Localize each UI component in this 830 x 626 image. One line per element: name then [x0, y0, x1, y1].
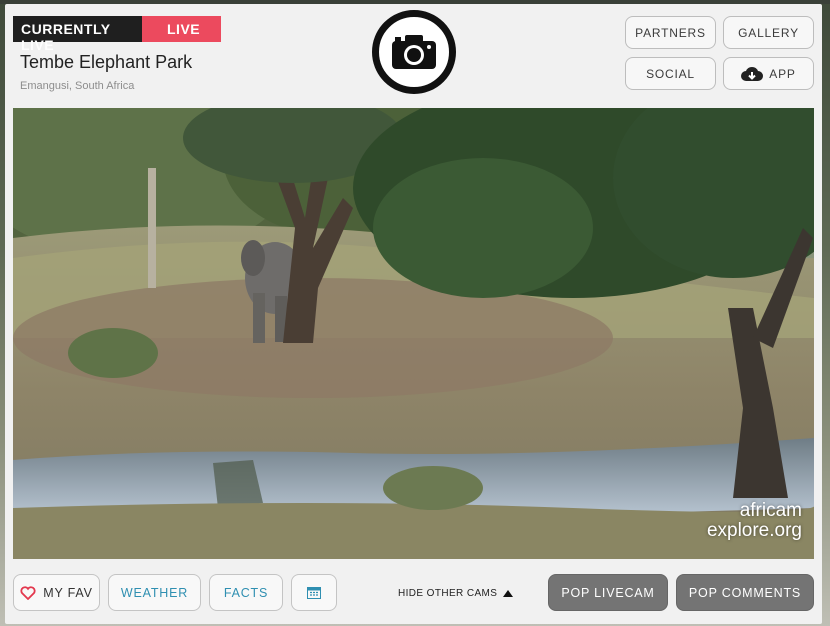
pop-comments-label: POP COMMENTS	[688, 585, 802, 600]
gallery-button[interactable]: GALLERY	[723, 16, 814, 49]
hide-other-cams-label: HIDE OTHER CAMS	[398, 588, 498, 599]
my-fav-button[interactable]: MY FAV	[13, 574, 100, 611]
cam-panel: CURRENTLY LIVE LIVE Tembe Elephant Park …	[5, 4, 822, 624]
partners-button[interactable]: PARTNERS	[625, 16, 716, 49]
watermark-site: explore.org	[706, 520, 802, 541]
cam-title: Tembe Elephant Park	[20, 52, 193, 72]
my-fav-label: MY FAV	[43, 585, 93, 600]
weather-button[interactable]: WEATHER	[108, 574, 201, 611]
schedule-button[interactable]	[291, 574, 337, 611]
live-label: LIVE	[142, 16, 221, 42]
pop-comments-button[interactable]: POP COMMENTS	[676, 574, 814, 611]
hide-other-cams-toggle[interactable]: HIDE OTHER CAMS	[398, 588, 514, 599]
heart-icon	[20, 585, 36, 600]
social-button[interactable]: SOCIAL	[625, 57, 716, 90]
partners-label: PARTNERS	[635, 25, 706, 40]
app-button[interactable]: APP	[723, 57, 814, 90]
pop-livecam-label: POP LIVECAM	[561, 585, 655, 600]
weather-label: WEATHER	[120, 585, 189, 600]
pop-livecam-button[interactable]: POP LIVECAM	[548, 574, 668, 611]
app-label: APP	[769, 66, 796, 81]
social-label: SOCIAL	[646, 66, 695, 81]
camera-icon	[392, 35, 436, 69]
cloud-download-icon	[741, 66, 764, 81]
live-video-player[interactable]: africam explore.org	[13, 108, 814, 559]
currently-live-label: CURRENTLY LIVE	[13, 16, 142, 53]
caret-up-icon	[503, 590, 514, 597]
calendar-icon	[307, 586, 321, 599]
video-frame-image	[13, 108, 814, 559]
facts-button[interactable]: FACTS	[209, 574, 283, 611]
cam-location: Emangusi, South Africa	[20, 80, 135, 92]
facts-label: FACTS	[223, 585, 269, 600]
africam-watermark: africam explore.org	[707, 501, 802, 541]
page-background: CURRENTLY LIVE LIVE Tembe Elephant Park …	[0, 0, 830, 626]
live-status-badge: CURRENTLY LIVE LIVE	[13, 16, 221, 53]
watermark-brand: africam	[739, 500, 802, 521]
snapshot-button[interactable]	[372, 10, 456, 94]
gallery-label: GALLERY	[738, 25, 799, 40]
